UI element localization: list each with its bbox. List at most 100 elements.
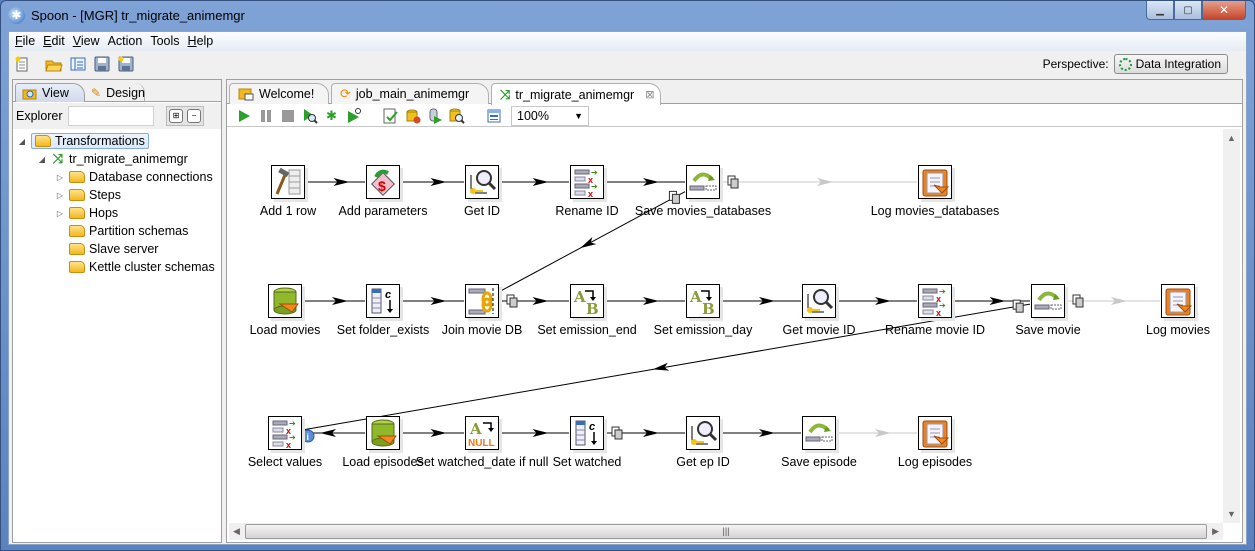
menu-view[interactable]: View	[71, 32, 106, 51]
transformation-canvas[interactable]: i Add 1 row $ Add parameters Get ID ➔ x ➔ x Rena…	[229, 129, 1223, 523]
collapsed-twisty-icon[interactable]: ▷	[55, 173, 65, 182]
hop-addparams-to-getid[interactable]	[401, 178, 464, 186]
zoom-level-select[interactable]: 100% ▼	[511, 105, 589, 126]
menu-edit[interactable]: Edit	[41, 32, 71, 51]
scroll-down-icon[interactable]: ▼	[1227, 509, 1236, 519]
step-savemovie[interactable]	[1031, 284, 1065, 318]
step-logmovies[interactable]	[1161, 284, 1195, 318]
step-setfolder[interactable]: c	[366, 284, 400, 318]
tab-view[interactable]: View	[15, 83, 85, 102]
menu-help[interactable]: Help	[186, 32, 220, 51]
tree-node-database-connections[interactable]: ▷ Database connections	[55, 168, 213, 186]
hop-setwatcheddate-to-setwatched[interactable]	[500, 429, 569, 437]
step-addparams[interactable]: $	[366, 165, 400, 199]
expanded-twisty-icon[interactable]: ◢	[37, 155, 47, 164]
pause-icon[interactable]	[257, 107, 274, 124]
verify-icon[interactable]	[382, 107, 399, 124]
hop-loadmovies-to-setfolder[interactable]	[303, 297, 365, 305]
close-tab-icon[interactable]: ⊠	[645, 88, 654, 101]
hop-savemovie-to-logmovies[interactable]	[1066, 294, 1160, 308]
hop-savemdb-to-logmdb[interactable]	[721, 175, 917, 189]
close-button[interactable]: ✕	[1202, 1, 1246, 20]
sql-icon[interactable]	[426, 107, 443, 124]
replay-icon[interactable]	[345, 107, 362, 124]
run-icon[interactable]	[235, 107, 252, 124]
step-selectvalues[interactable]: ➔ x ➔ x	[268, 416, 302, 450]
vertical-scrollbar[interactable]: ▲ ▼	[1223, 129, 1240, 523]
explorer-search-input[interactable]	[68, 106, 154, 126]
minimize-button[interactable]: ▁	[1146, 1, 1174, 20]
perspective-button[interactable]: Data Integration	[1113, 54, 1228, 74]
scroll-up-icon[interactable]: ▲	[1227, 133, 1236, 143]
step-savemdb[interactable]	[686, 165, 720, 199]
stop-icon[interactable]	[279, 107, 296, 124]
tree-node-transformation[interactable]: ◢ ⤨ tr_migrate_animemgr	[37, 150, 188, 168]
hop-setwatched-to-getepid[interactable]	[605, 426, 685, 440]
expanded-twisty-icon[interactable]: ◢	[17, 137, 27, 146]
step-loadmovies[interactable]	[268, 284, 302, 318]
save-as-icon[interactable]	[117, 55, 135, 73]
debug-icon[interactable]: ✱	[323, 107, 340, 124]
collapsed-twisty-icon[interactable]: ▷	[55, 191, 65, 200]
hop-setemday-to-getmovieid[interactable]	[721, 297, 801, 305]
show-results-icon[interactable]	[485, 107, 502, 124]
hop-getid-to-renameid[interactable]	[500, 178, 569, 186]
folder-icon	[69, 225, 85, 237]
step-getid[interactable]	[465, 165, 499, 199]
horizontal-scroll-thumb[interactable]: |||	[245, 524, 1207, 539]
hop-getmovieid-to-renamemovieid[interactable]	[837, 297, 917, 305]
menu-file[interactable]: File	[13, 32, 41, 51]
scroll-left-icon[interactable]: ◀	[233, 526, 240, 537]
tree-node-kettle-cluster-schemas[interactable]: Kettle cluster schemas	[55, 258, 215, 276]
maximize-button[interactable]: ▢	[1174, 1, 1202, 20]
collapse-all-icon[interactable]: −	[187, 109, 201, 123]
step-renameid[interactable]: ➔ x ➔ x	[570, 165, 604, 199]
hop-loadepisodes-to-selectvalues[interactable]: i	[301, 429, 365, 443]
step-getmovieid[interactable]	[802, 284, 836, 318]
horizontal-scrollbar[interactable]: ◀ ||| ▶	[229, 523, 1223, 540]
step-saveepisode[interactable]	[802, 416, 836, 450]
hop-setemend-to-setemday[interactable]	[605, 297, 685, 305]
tree-node-steps[interactable]: ▷ Steps	[55, 186, 121, 204]
tab-design[interactable]: ✎ Design	[85, 83, 145, 102]
tree-node-hops[interactable]: ▷ Hops	[55, 204, 118, 222]
hop-setfolder-to-joinmovie[interactable]	[401, 297, 464, 305]
menu-action[interactable]: Action	[106, 32, 149, 51]
impact-icon[interactable]	[404, 107, 421, 124]
tree-node-partition-schemas[interactable]: Partition schemas	[55, 222, 188, 240]
new-file-icon[interactable]	[13, 55, 31, 73]
tab-tr-migrate-animemgr[interactable]: ⤨ tr_migrate_animemgr ⊠	[491, 83, 661, 105]
step-setemend[interactable]: AB	[570, 284, 604, 318]
save-icon[interactable]	[93, 55, 111, 73]
hop-joinmovie-to-setemend[interactable]	[500, 294, 569, 308]
hop-saveepisode-to-logepisodes[interactable]	[837, 429, 917, 437]
explore-db-icon[interactable]	[448, 107, 465, 124]
tab-job-main-animemgr[interactable]: ⟳ job_main_animemgr	[331, 83, 489, 104]
expand-all-icon[interactable]: ⊞	[169, 109, 183, 123]
step-renamemovieid[interactable]: ➔ x ➔ x	[918, 284, 952, 318]
hop-savemovie-to-selectvalues[interactable]	[302, 299, 1031, 431]
hop-getepid-to-saveepisode[interactable]	[721, 429, 801, 437]
hop-renameid-to-savemdb[interactable]	[605, 178, 685, 186]
step-joinmovie[interactable]	[465, 284, 499, 318]
step-logepisodes[interactable]	[918, 416, 952, 450]
step-getepid[interactable]	[686, 416, 720, 450]
hop-loadepisodes-to-setwatcheddate[interactable]	[401, 429, 464, 437]
step-setwatcheddate[interactable]: A NULL	[465, 416, 499, 450]
hop-add1row-to-addparams[interactable]	[306, 178, 365, 186]
tree-node-transformations[interactable]: ◢ Transformations	[17, 132, 149, 150]
step-add1row[interactable]	[271, 165, 305, 199]
step-setemday[interactable]: AB	[686, 284, 720, 318]
open-folder-icon[interactable]	[45, 55, 63, 73]
tree-node-slave-server[interactable]: Slave server	[55, 240, 158, 258]
collapsed-twisty-icon[interactable]: ▷	[55, 209, 65, 218]
menu-tools[interactable]: Tools	[148, 32, 185, 51]
step-loadepisodes[interactable]	[366, 416, 400, 450]
explore-repository-icon[interactable]	[69, 55, 87, 73]
title-bar[interactable]: ✱ Spoon - [MGR] tr_migrate_animemgr ▁ ▢ …	[1, 1, 1254, 31]
step-setwatched[interactable]: c	[570, 416, 604, 450]
preview-icon[interactable]	[301, 107, 318, 124]
step-logmdb[interactable]	[918, 165, 952, 199]
scroll-right-icon[interactable]: ▶	[1212, 526, 1219, 537]
tab-welcome[interactable]: Welcome!	[229, 83, 329, 104]
